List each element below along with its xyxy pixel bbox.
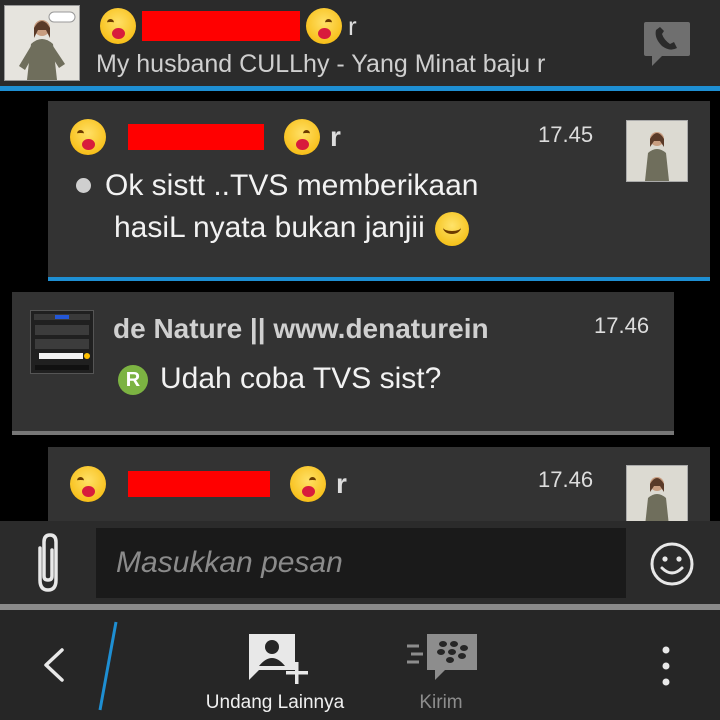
chat-title: r — [100, 6, 357, 46]
phone-icon — [644, 22, 690, 66]
redacted-name — [128, 124, 264, 150]
message-time: 17.45 — [538, 122, 594, 147]
back-button[interactable] — [30, 640, 78, 690]
back-divider — [92, 620, 122, 712]
chevron-left-icon — [44, 648, 64, 682]
delivered-status-icon — [76, 177, 91, 193]
invite-others-button[interactable]: Undang Lainnya — [195, 618, 355, 718]
kiss-emoji-icon — [100, 8, 136, 44]
message-sender: de Nature || www.denaturein — [113, 313, 489, 344]
message-sender: r — [70, 119, 341, 155]
overflow-menu-icon — [662, 646, 670, 686]
kiss-emoji-icon — [284, 119, 320, 155]
paperclip-icon — [38, 533, 58, 592]
message-text: Ok sistt ..TVS memberikaan — [76, 165, 478, 207]
emoji-button[interactable] — [648, 540, 696, 588]
header-divider — [0, 86, 720, 91]
chat-title-suffix: r — [348, 10, 357, 41]
redacted-name — [142, 11, 300, 41]
smiley-icon — [650, 542, 694, 586]
sender-suffix: r — [330, 121, 341, 152]
action-bar: Undang Lainnya Kirim — [0, 610, 720, 720]
more-options-button[interactable] — [648, 638, 684, 694]
kiss-emoji-icon — [306, 8, 342, 44]
contact-status: My husband CULLhy - Yang Minat baju r — [96, 50, 546, 78]
message-time: 17.46 — [594, 313, 650, 338]
add-contact-icon — [249, 634, 308, 684]
message-sender: r — [70, 466, 347, 502]
sender-avatar[interactable] — [626, 465, 688, 527]
message-text-line2: hasiL nyata bukan janjii — [114, 207, 469, 249]
kiss-emoji-icon — [70, 119, 106, 155]
kiss-emoji-icon — [70, 466, 106, 502]
sender-avatar[interactable] — [30, 310, 94, 374]
read-status-icon: R — [118, 365, 148, 396]
sender-suffix: r — [336, 468, 347, 499]
sender-avatar[interactable] — [626, 120, 688, 182]
smile-emoji-icon — [434, 212, 469, 247]
send-button[interactable]: Kirim — [385, 618, 497, 718]
contact-avatar[interactable] — [4, 5, 80, 81]
invite-others-label: Undang Lainnya — [205, 692, 345, 713]
redacted-name — [128, 471, 270, 497]
send-label: Kirim — [419, 692, 463, 713]
kiss-emoji-icon — [290, 466, 326, 502]
message-input[interactable] — [96, 528, 626, 598]
voice-call-button[interactable] — [640, 18, 696, 68]
attach-button[interactable] — [26, 530, 70, 596]
bbm-send-icon — [407, 634, 477, 680]
message-text: R Udah coba TVS sist? — [118, 358, 441, 400]
message-time: 17.46 — [538, 467, 594, 492]
bubble-divider — [48, 277, 710, 281]
bubble-divider — [12, 431, 674, 435]
